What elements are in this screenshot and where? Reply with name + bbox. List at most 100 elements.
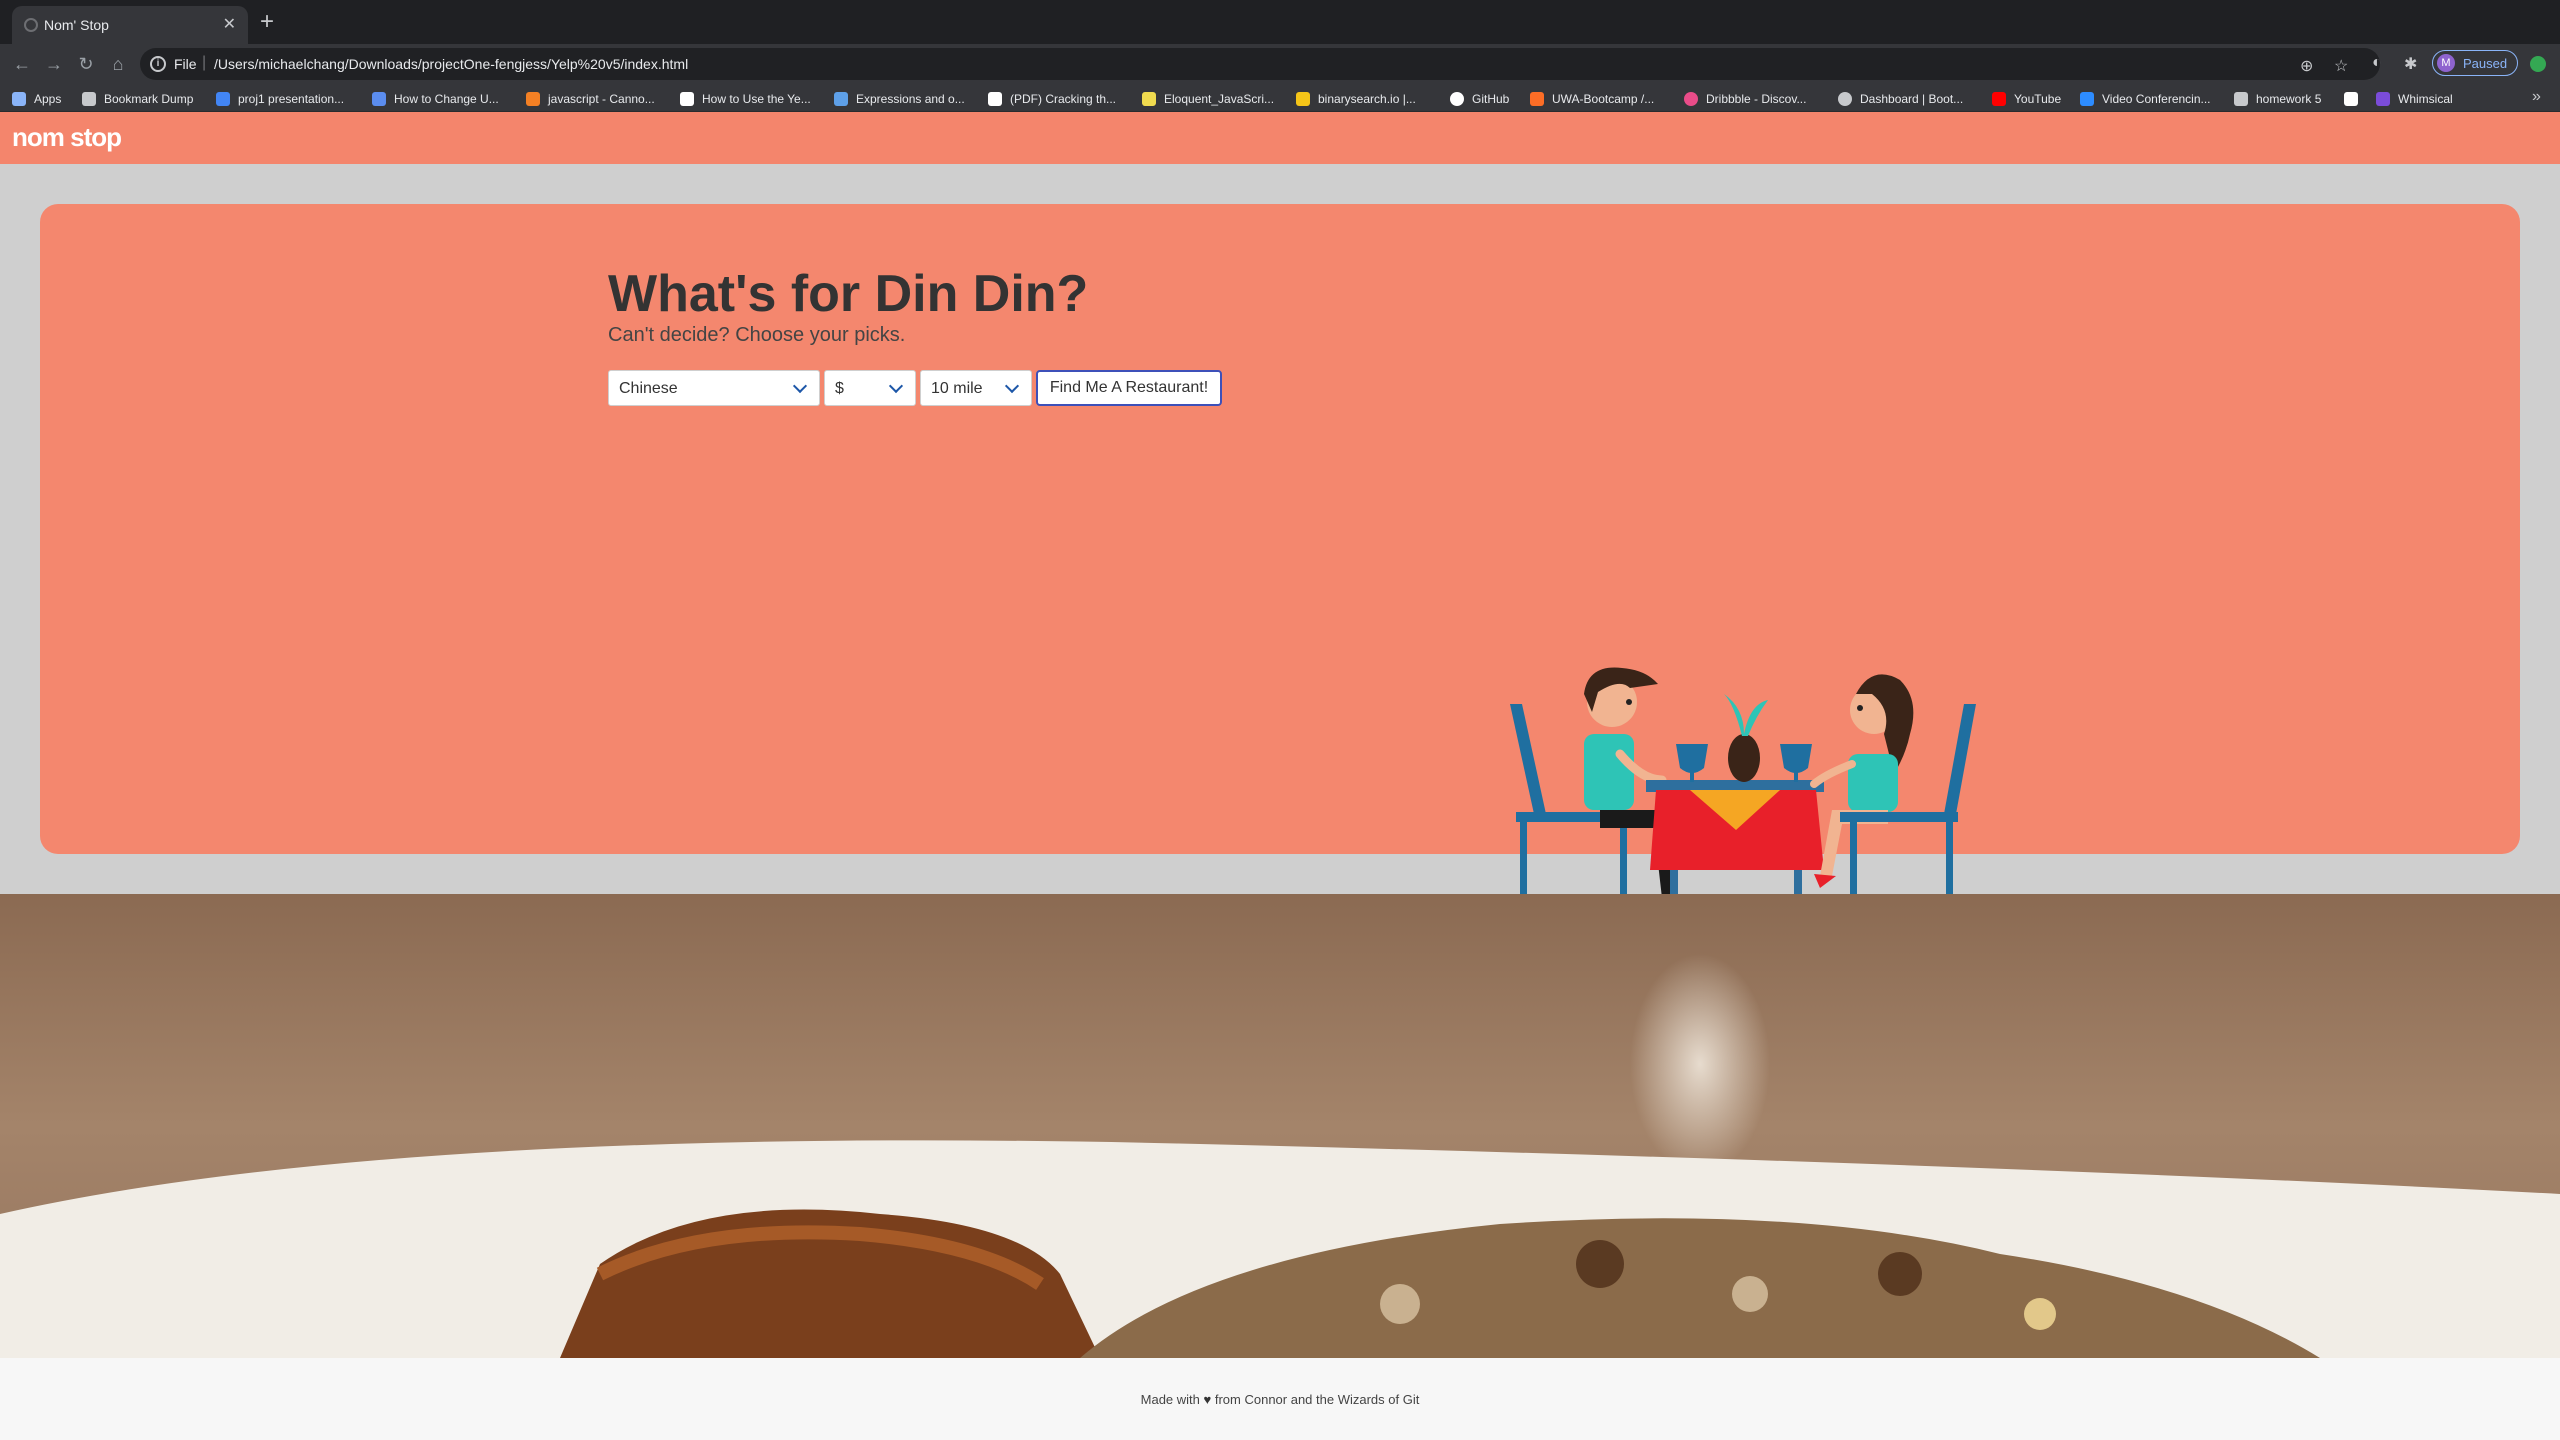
new-tab-icon[interactable]: +	[260, 10, 274, 34]
bookmark-item[interactable]: YouTube	[1992, 90, 2061, 108]
puzzle-icon[interactable]: ✱	[2404, 54, 2417, 74]
bookmark-item[interactable]: How to Change U...	[372, 90, 499, 108]
bookmark-label: (PDF) Cracking th...	[1010, 92, 1117, 106]
bookmark-item[interactable]: (PDF) Cracking th...	[988, 90, 1116, 108]
food-photo-background	[0, 894, 2560, 1358]
page-title: What's for Din Din?	[608, 265, 1089, 323]
hero-subtitle: Can't decide? Choose your picks.	[608, 324, 906, 346]
bookmark-label: Dashboard | Boot...	[1860, 92, 1964, 106]
reload-icon[interactable]: ↻	[74, 52, 98, 76]
bookmark-item[interactable]: How to Use the Ye...	[680, 90, 811, 108]
bookmark-label: GitHub	[1472, 92, 1510, 106]
bookmark-item[interactable]: GitHub	[1450, 90, 1509, 108]
bookmark-label: Dribbble - Discov...	[1706, 92, 1807, 106]
pdf-icon	[988, 92, 1002, 106]
cuisine-select[interactable]: Chinese	[608, 370, 820, 406]
bookmark-star-icon[interactable]: ☆	[2334, 56, 2348, 76]
bookmarks-bar: Apps Bookmark Dump proj1 presentation...…	[0, 84, 2560, 112]
bookmark-item[interactable]: javascript - Canno...	[526, 90, 655, 108]
bookmark-item[interactable]: Video Conferencin...	[2080, 90, 2211, 108]
profile-status: Paused	[2463, 56, 2508, 71]
tab-title: Nom' Stop	[44, 17, 109, 33]
bookmark-item[interactable]: Bookmark Dump	[82, 90, 193, 108]
back-icon[interactable]: ←	[10, 52, 34, 76]
bookmark-label: proj1 presentation...	[238, 92, 345, 106]
profile-button[interactable]: M Paused	[2432, 50, 2518, 76]
url-separator: |	[202, 54, 207, 71]
bookmark-item[interactable]: UWA-Bootcamp /...	[1530, 90, 1654, 108]
more-bookmarks-icon[interactable]: »	[2532, 88, 2541, 106]
bookmark-label: Whimsical	[2398, 92, 2453, 106]
folder-icon	[2234, 92, 2248, 106]
apps-grid-icon	[12, 92, 26, 106]
address-bar[interactable]: i File | /Users/michaelchang/Downloads/p…	[140, 48, 2380, 80]
close-tab-icon[interactable]: ✕	[223, 14, 236, 34]
bookmark-label: Video Conferencin...	[2102, 92, 2211, 106]
dinner-date-illustration	[1490, 667, 1990, 909]
youtube-icon	[1992, 92, 2006, 106]
distance-select-value: 10 mile	[931, 380, 983, 397]
price-select[interactable]: $	[824, 370, 916, 406]
brand-logo[interactable]: nom stop	[12, 122, 122, 153]
page-icon	[2344, 92, 2358, 106]
footer-suffix: from Connor and the Wizards of Git	[1214, 1392, 1420, 1407]
bookmark-item[interactable]: Whimsical	[2376, 90, 2453, 108]
url-scheme: File	[174, 56, 197, 72]
browser-tab-bar: Nom' Stop ✕ +	[0, 0, 2560, 44]
bookmark-label: javascript - Canno...	[548, 92, 655, 106]
footer-prefix: Made with	[1140, 1392, 1200, 1407]
gitlab-icon	[1530, 92, 1544, 106]
location-icon[interactable]: ⊕	[2300, 56, 2313, 76]
bookmark-label: Eloquent_JavaScri...	[1164, 92, 1275, 106]
zoom-icon	[2080, 92, 2094, 106]
avatar: M	[2437, 54, 2455, 72]
bookmark-label: binarysearch.io |...	[1318, 92, 1416, 106]
find-restaurant-button[interactable]: Find Me A Restaurant!	[1036, 370, 1222, 406]
bookmark-item[interactable]: Apps	[12, 90, 61, 108]
jumbotron: What's for Din Din? Can't decide? Choose…	[40, 204, 2520, 909]
tab-favicon-icon	[24, 18, 38, 32]
heart-icon: ♥	[1203, 1392, 1212, 1407]
dribbble-icon	[1684, 92, 1698, 106]
medium-icon	[680, 92, 694, 106]
folder-icon	[82, 92, 96, 106]
page-icon	[1296, 92, 1310, 106]
price-select-value: $	[835, 380, 844, 397]
browser-tab[interactable]: Nom' Stop ✕	[12, 6, 248, 44]
home-icon[interactable]: ⌂	[106, 52, 130, 76]
bookmark-label: How to Change U...	[394, 92, 499, 106]
bookmark-item[interactable]: Dribbble - Discov...	[1684, 90, 1806, 108]
bookmark-item[interactable]: proj1 presentation...	[216, 90, 344, 108]
cuisine-select-value: Chinese	[619, 380, 678, 397]
extension-icon[interactable]: ◐	[2372, 54, 2382, 72]
whimsical-icon	[2376, 92, 2390, 106]
bookmark-label: Apps	[34, 92, 62, 106]
site-navbar: nom stop	[0, 112, 2560, 164]
forward-icon[interactable]: →	[42, 52, 66, 76]
chevron-down-icon	[888, 378, 904, 394]
site-footer: Made with ♥ from Connor and the Wizards …	[0, 1358, 2560, 1440]
info-icon[interactable]: i	[150, 56, 166, 72]
url-text[interactable]: /Users/michaelchang/Downloads/projectOne…	[214, 56, 688, 72]
stackoverflow-icon	[526, 92, 540, 106]
bookmark-label: Expressions and o...	[856, 92, 965, 106]
bookmark-label: Bookmark Dump	[104, 92, 194, 106]
footer-credit: Made with ♥ from Connor and the Wizards …	[0, 1392, 2560, 1407]
bookmark-item[interactable]: binarysearch.io |...	[1296, 90, 1416, 108]
js-icon	[1142, 92, 1156, 106]
bookmark-item[interactable]: Eloquent_JavaScri...	[1142, 90, 1274, 108]
bookmark-label: UWA-Bootcamp /...	[1552, 92, 1655, 106]
distance-select[interactable]: 10 mile	[920, 370, 1032, 406]
bookmark-label: homework 5	[2256, 92, 2322, 106]
chevron-down-icon	[1004, 378, 1020, 394]
bookmark-item[interactable]: homework 5	[2234, 90, 2321, 108]
page-icon	[372, 92, 386, 106]
bookmark-label: How to Use the Ye...	[702, 92, 811, 106]
bookmark-item[interactable]: Expressions and o...	[834, 90, 965, 108]
bookmark-item[interactable]	[2344, 90, 2366, 108]
bookmark-item[interactable]: Dashboard | Boot...	[1838, 90, 1963, 108]
chevron-down-icon	[792, 378, 808, 394]
extension-status-icon[interactable]	[2530, 56, 2546, 72]
page-icon	[834, 92, 848, 106]
hero-section: What's for Din Din? Can't decide? Choose…	[0, 164, 2560, 909]
